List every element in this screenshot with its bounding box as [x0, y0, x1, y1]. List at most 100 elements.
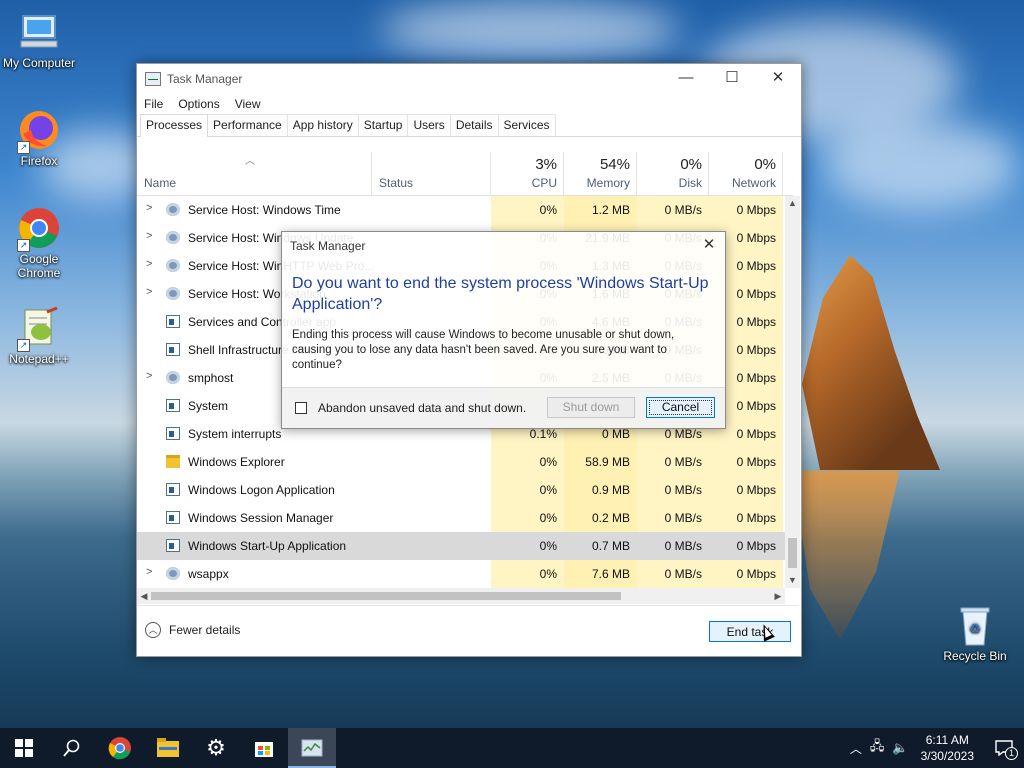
chevron-up-icon: ︿ — [145, 622, 161, 638]
fewer-details-label: Fewer details — [169, 623, 241, 637]
search-button[interactable] — [48, 728, 96, 768]
app-window-icon — [166, 539, 180, 552]
expand-chevron-icon[interactable]: > — [146, 286, 152, 298]
expand-chevron-icon[interactable]: > — [146, 202, 152, 214]
horizontal-scroll-thumb[interactable] — [151, 592, 621, 600]
tab-details[interactable]: Details — [449, 114, 499, 136]
taskbar: ⚙ ︿ 🖧 🔈 6:11 AM 3/30/2023 1 — [0, 728, 1024, 768]
tab-users[interactable]: Users — [407, 114, 451, 136]
expand-chevron-icon[interactable]: > — [146, 258, 152, 270]
process-row[interactable]: Windows Session Manager 0% 0.2 MB 0 MB/s 0 M… — [137, 504, 785, 532]
desktop-icon-label: My Computer — [2, 56, 76, 70]
tab-services[interactable]: Services — [497, 114, 556, 136]
clock[interactable]: 6:11 AM 3/30/2023 — [921, 732, 974, 764]
taskbar-file-explorer[interactable] — [144, 728, 192, 768]
column-name-label: Name — [144, 176, 177, 190]
gear-icon: ⚙ — [206, 735, 226, 760]
tab-performance[interactable]: Performance — [207, 114, 288, 136]
process-memory: 7.6 MB — [564, 560, 637, 588]
process-row[interactable]: > wsappx 0% 7.6 MB 0 MB/s 0 Mbps — [137, 560, 785, 588]
column-disk[interactable]: 0% Disk — [637, 152, 709, 195]
desktop-icon-recycle-bin[interactable]: ♻ Recycle Bin — [937, 603, 1013, 663]
menu-bar: File Options View — [137, 94, 801, 114]
cpu-total: 3% — [535, 156, 557, 173]
memory-total: 54% — [599, 156, 630, 173]
svg-text:♻: ♻ — [969, 622, 981, 637]
taskbar-task-manager[interactable] — [288, 728, 336, 768]
search-icon — [63, 739, 80, 757]
abandon-data-label[interactable]: Abandon unsaved data and shut down. — [318, 401, 526, 415]
chevron-up-icon[interactable]: ︿ — [850, 740, 862, 757]
column-network[interactable]: 0% Network — [709, 152, 783, 195]
column-header: ︿ Name Status 3% CPU 54% Memory 0% Disk … — [137, 152, 793, 196]
tab-app-history[interactable]: App history — [286, 114, 359, 136]
app-window-icon — [166, 427, 180, 440]
process-row[interactable]: Windows Explorer 0% 58.9 MB 0 MB/s 0 Mbps — [137, 448, 785, 476]
task-manager-icon — [145, 72, 161, 86]
process-network: 0 Mbps — [709, 504, 783, 532]
column-more[interactable]: P — [783, 152, 793, 195]
end-process-dialog: Task Manager ✕ Do you want to end the sy… — [281, 231, 726, 429]
taskbar-settings[interactable]: ⚙ — [192, 728, 240, 768]
menu-file[interactable]: File — [144, 97, 163, 111]
menu-view[interactable]: View — [235, 97, 261, 111]
minimize-button[interactable]: — — [663, 64, 709, 94]
fewer-details-button[interactable]: ︿ Fewer details — [145, 622, 240, 638]
expand-chevron-icon[interactable]: > — [146, 370, 152, 382]
scroll-down-icon[interactable]: ▼ — [785, 573, 800, 588]
column-cpu[interactable]: 3% CPU — [491, 152, 564, 195]
column-memory[interactable]: 54% Memory — [564, 152, 637, 195]
vertical-scroll-thumb[interactable] — [788, 538, 797, 568]
abandon-data-checkbox[interactable] — [295, 402, 307, 414]
start-button[interactable] — [0, 728, 48, 768]
dialog-close-button[interactable]: ✕ — [698, 234, 720, 256]
process-cpu: 0% — [491, 196, 564, 224]
process-name: wsappx — [188, 567, 229, 581]
service-gear-icon — [166, 567, 180, 580]
network-icon[interactable]: 🖧 — [870, 737, 885, 759]
expand-chevron-icon[interactable]: > — [146, 230, 152, 242]
tab-processes[interactable]: Processes — [140, 114, 209, 137]
service-gear-icon — [166, 259, 180, 272]
service-gear-icon — [166, 231, 180, 244]
close-button[interactable]: ✕ — [755, 64, 801, 94]
taskbar-chrome[interactable] — [96, 728, 144, 768]
process-row[interactable]: Windows Start-Up Application 0% 0.7 MB 0 MB… — [137, 532, 785, 560]
desktop-icon-chrome[interactable]: ↗ Google Chrome — [1, 206, 77, 280]
tab-startup[interactable]: Startup — [357, 114, 409, 136]
title-bar[interactable]: Task Manager — ☐ ✕ — [137, 64, 801, 94]
system-tray: ︿ 🖧 🔈 6:11 AM 3/30/2023 1 — [850, 728, 1024, 768]
scroll-right-icon[interactable]: ▶ — [771, 588, 785, 604]
scroll-left-icon[interactable]: ◀ — [137, 588, 151, 604]
cancel-button[interactable]: Cancel — [646, 397, 715, 418]
horizontal-scrollbar[interactable]: ◀ ▶ — [137, 588, 785, 604]
taskbar-store[interactable] — [240, 728, 288, 768]
disk-total: 0% — [680, 156, 702, 173]
desktop-icon-my-computer[interactable]: My Computer — [1, 10, 77, 70]
shut-down-button: Shut down — [547, 397, 635, 418]
expand-chevron-icon[interactable]: > — [146, 566, 152, 578]
column-name[interactable]: ︿ Name — [137, 152, 372, 195]
menu-options[interactable]: Options — [178, 97, 219, 111]
notification-center-button[interactable]: 1 — [984, 728, 1024, 768]
volume-icon[interactable]: 🔈 — [892, 740, 908, 756]
column-network-label: Network — [731, 176, 776, 190]
vertical-scrollbar[interactable]: ▲ ▼ — [785, 196, 800, 588]
process-name: Windows Logon Application — [188, 483, 335, 497]
process-network: 0 Mbps — [709, 560, 783, 588]
desktop-icon-notepadpp[interactable]: ↗ Notepad++ — [1, 306, 77, 366]
column-status[interactable]: Status — [372, 152, 491, 195]
end-task-button[interactable]: End task — [709, 621, 791, 642]
process-row[interactable]: > Service Host: Windows Time 0% 1.2 MB 0 MB/… — [137, 196, 785, 224]
process-disk: 0 MB/s — [637, 504, 709, 532]
firefox-icon: ↗ — [17, 108, 61, 154]
process-name: Windows Session Manager — [188, 511, 334, 525]
desktop-icon-label: Notepad++ — [9, 352, 69, 366]
column-more-label: P — [792, 176, 793, 190]
tab-strip: Processes Performance App history Startu… — [137, 114, 801, 137]
scroll-up-icon[interactable]: ▲ — [785, 196, 800, 211]
computer-icon — [17, 10, 61, 54]
desktop-icon-firefox[interactable]: ↗ Firefox — [1, 108, 77, 168]
maximize-button[interactable]: ☐ — [709, 64, 755, 94]
process-row[interactable]: Windows Logon Application 0% 0.9 MB 0 MB/s 0… — [137, 476, 785, 504]
